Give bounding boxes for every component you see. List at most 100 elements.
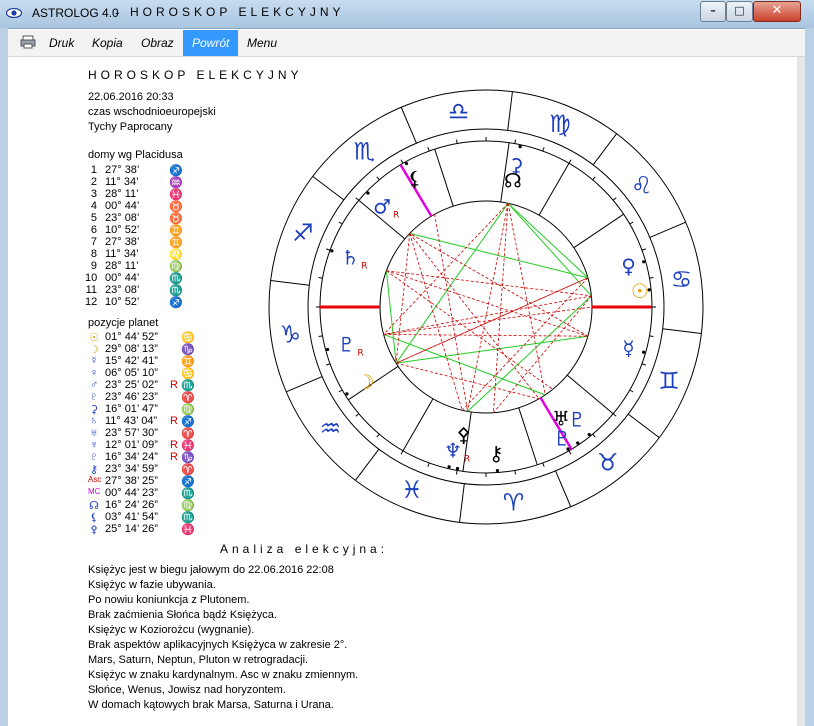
analysis-heading: Analiza elekcyjna: bbox=[220, 542, 389, 556]
aspect-line-square bbox=[386, 270, 589, 337]
degree-tick bbox=[355, 413, 360, 417]
sign-boundary bbox=[662, 328, 702, 334]
house-position: 10° 52’ bbox=[105, 224, 140, 236]
planet-position: 23° 25’ 02” bbox=[105, 379, 158, 391]
degree-tick bbox=[612, 197, 617, 201]
house-position: 10° 52’ bbox=[105, 296, 140, 308]
planet-retrograde: R bbox=[170, 415, 178, 427]
window-title-document: HOROSKOP ELEKCYJNY bbox=[130, 5, 345, 19]
degree-tick bbox=[455, 470, 458, 475]
planet-degree-dot bbox=[518, 144, 522, 149]
houses-table: 1 27° 38’ ♐ 2 11° 34’ ♒ 3 28° 11’ ♓ 4 00° 44’ ♉ 5 23°… bbox=[85, 164, 195, 310]
degree-tick bbox=[542, 462, 545, 467]
degree-tick bbox=[542, 147, 545, 152]
close-button[interactable]: ✕ bbox=[753, 1, 801, 22]
menu-item-powrot[interactable]: Powrót bbox=[183, 30, 239, 56]
planet-degree-dot bbox=[587, 432, 591, 437]
house-cusp-line bbox=[518, 407, 538, 466]
house-number: 12 bbox=[85, 296, 98, 308]
house-cusp-line bbox=[402, 398, 434, 452]
planet-row: MC 00° 44’ 23” ♏ bbox=[88, 487, 200, 500]
planet-row: ⚸ 03° 41’ 54” ♏ bbox=[88, 511, 200, 524]
vertical-scrollbar[interactable] bbox=[797, 57, 805, 726]
analysis-line: W domach kątowych brak Marsa, Saturna i … bbox=[88, 699, 334, 711]
planet-degree-dot bbox=[404, 161, 409, 166]
house-position: 23° 08’ bbox=[105, 284, 140, 296]
menu-item-menu[interactable]: Menu bbox=[238, 30, 286, 56]
planet-row: ⚳ 16° 01’ 47” ♍ bbox=[88, 403, 200, 416]
planet-glyph-icon: ♇ bbox=[337, 332, 355, 356]
title-bar[interactable]: ASTROLOG 4.0 - HOROSKOP ELEKCYJNY – □ ✕ bbox=[0, 0, 814, 29]
menu-bar: Druk Kopia Obraz Powrót Menu bbox=[8, 30, 805, 57]
planet-position: 00° 44’ 23” bbox=[105, 487, 158, 499]
house-row: 4 00° 44’ ♉ bbox=[85, 200, 195, 213]
planet-glyph-icon: ☽ bbox=[357, 370, 375, 394]
retrograde-marker: R bbox=[357, 348, 363, 358]
aspect-line-trine bbox=[507, 202, 589, 279]
analysis-line: Księżyc w znaku kardynalnym. Asc w znaku… bbox=[88, 669, 359, 681]
planet-position: 15° 42’ 41” bbox=[105, 355, 158, 367]
maximize-icon: □ bbox=[734, 4, 745, 17]
house-row: 3 28° 11’ ♓ bbox=[85, 188, 195, 201]
planet-glyph-icon: ♀ bbox=[621, 254, 636, 278]
planet-position: 27° 38’ 25” bbox=[105, 475, 158, 487]
zodiac-sign-icon: ♏ bbox=[354, 137, 376, 165]
house-number: 2 bbox=[90, 176, 97, 188]
window-right-border bbox=[805, 28, 814, 726]
planet-glyph-icon: ♄ bbox=[341, 246, 359, 270]
menu-item-druk[interactable]: Druk bbox=[40, 30, 83, 56]
planet-position: 16° 24’ 26” bbox=[105, 499, 158, 511]
planets-table: ☉ 01° 44’ 52” ♋ ☽ 29° 08’ 13” ♑ ☿ 15° 42’ 41” ♊ ♀… bbox=[88, 331, 198, 537]
maximize-button[interactable]: □ bbox=[726, 1, 753, 22]
sign-boundary bbox=[507, 91, 513, 131]
house-row: 1 27° 38’ ♐ bbox=[85, 164, 195, 177]
planet-row: ⚴ 25° 14’ 26” ♓ bbox=[88, 523, 200, 536]
house-row: 7 27° 38’ ♊ bbox=[85, 236, 195, 249]
houses-heading: domy wg Placidusa bbox=[88, 149, 183, 161]
planet-glyph-icon: ☉ bbox=[631, 279, 649, 303]
house-number: 10 bbox=[85, 272, 98, 284]
chart-content-area: HOROSKOP ELEKCYJNY 22.06.2016 20:33 czas… bbox=[8, 57, 805, 726]
planet-row: ♆ 12° 01’ 09” R ♓ bbox=[88, 439, 200, 452]
degree-tick bbox=[427, 147, 430, 152]
planet-degree-dot bbox=[642, 350, 646, 354]
menu-item-obraz[interactable]: Obraz bbox=[132, 30, 183, 56]
planet-glyph-icon: ⚸ bbox=[407, 166, 422, 190]
sign-boundary bbox=[649, 221, 686, 238]
house-cusp-line bbox=[538, 162, 570, 216]
house-row: 6 10° 52’ ♊ bbox=[85, 224, 195, 237]
planet-position: 11° 43’ 04” bbox=[105, 415, 158, 427]
sign-boundary bbox=[400, 107, 417, 144]
house-row: 8 11° 34’ ♌ bbox=[85, 248, 195, 261]
house-number: 7 bbox=[90, 236, 97, 248]
house-number: 8 bbox=[90, 248, 97, 260]
printer-icon[interactable] bbox=[20, 35, 36, 49]
house-position: 11° 34’ bbox=[105, 176, 139, 188]
degree-tick bbox=[400, 159, 404, 164]
degree-tick bbox=[629, 221, 634, 225]
sign-boundary bbox=[270, 280, 310, 286]
sign-boundary bbox=[555, 470, 572, 507]
chart-place: Tychy Paprocany bbox=[88, 121, 173, 133]
zodiac-sign-icon: ♊ bbox=[658, 367, 680, 395]
planet-glyph-icon: ♂ bbox=[373, 195, 391, 219]
degree-tick bbox=[612, 413, 617, 417]
degree-tick bbox=[514, 470, 517, 475]
window-title-app: ASTROLOG 4.0 bbox=[32, 6, 119, 20]
planet-glyph-icon: ♀ bbox=[89, 367, 99, 379]
house-position: 00° 44’ bbox=[105, 200, 140, 212]
menu-item-kopia[interactable]: Kopia bbox=[83, 30, 132, 56]
zodiac-sign-icon: ♌ bbox=[631, 171, 653, 199]
house-cusp-line bbox=[573, 213, 624, 249]
planet-position: 25° 14’ 26” bbox=[105, 523, 158, 535]
degree-tick bbox=[514, 139, 517, 144]
minimize-button[interactable]: – bbox=[700, 1, 726, 22]
planet-row: ☿ 15° 42’ 41” ♊ bbox=[88, 355, 200, 368]
house-cusp-line bbox=[434, 148, 454, 207]
planet-degree-dot bbox=[647, 288, 651, 292]
planet-row: ☉ 01° 44’ 52” ♋ bbox=[88, 331, 200, 344]
analysis-line: Księżyc w Koziorożcu (wygnanie). bbox=[88, 624, 255, 636]
application-window: ASTROLOG 4.0 - HOROSKOP ELEKCYJNY – □ ✕ … bbox=[0, 0, 814, 726]
house-number: 6 bbox=[90, 224, 97, 236]
planet-glyph-icon: ♇ bbox=[89, 391, 99, 403]
